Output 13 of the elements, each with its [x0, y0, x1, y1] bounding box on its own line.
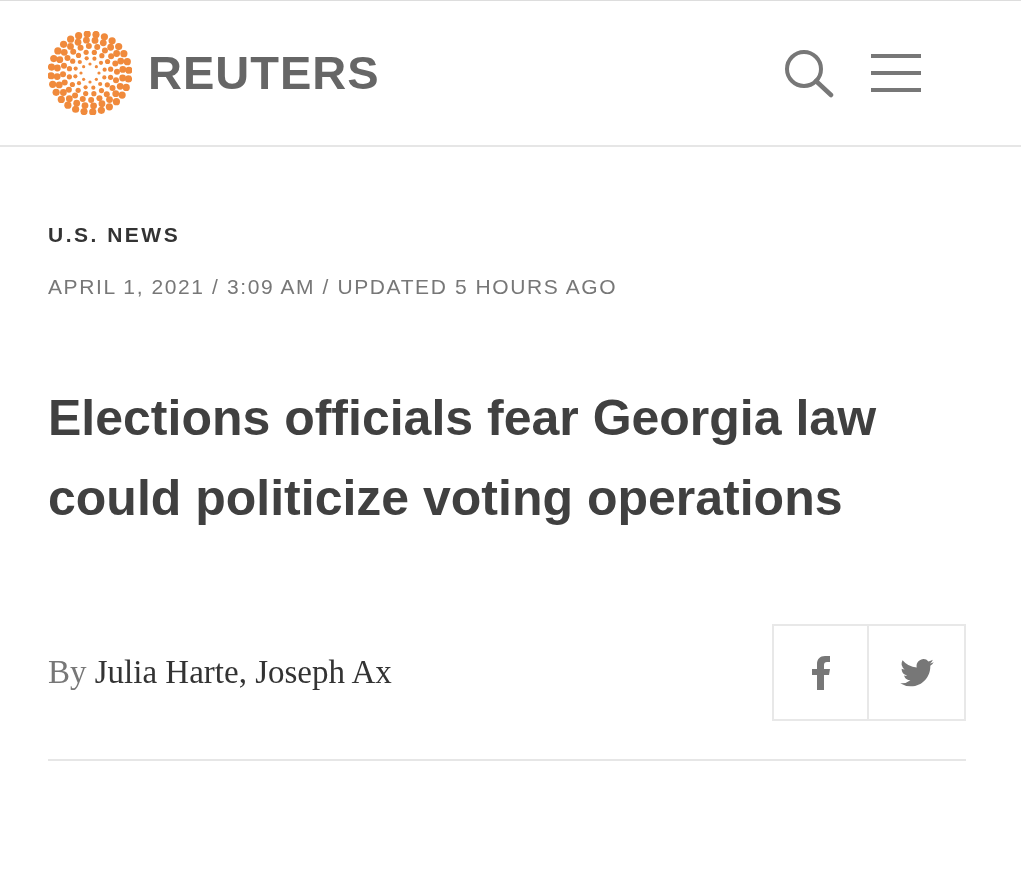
search-icon[interactable] [783, 48, 835, 98]
logo-text: REUTERS [148, 44, 380, 101]
menu-icon[interactable] [871, 53, 921, 93]
dateline: APRIL 1, 2021 / 3:09 AM / UPDATED 5 HOURS AGO [48, 273, 619, 300]
facebook-share-button[interactable] [772, 624, 869, 721]
byline-authors: Julia Harte, Joseph Ax [94, 653, 392, 690]
logo-icon [48, 31, 132, 115]
category-label[interactable]: U.S. NEWS [48, 219, 966, 251]
headline: Elections officials fear Georgia law could politicize voting operations [48, 389, 878, 528]
bird-icon [899, 658, 934, 687]
byline-prefix: By [48, 653, 87, 690]
facebook-icon [810, 655, 831, 690]
twitter-share-button[interactable] [869, 624, 966, 721]
